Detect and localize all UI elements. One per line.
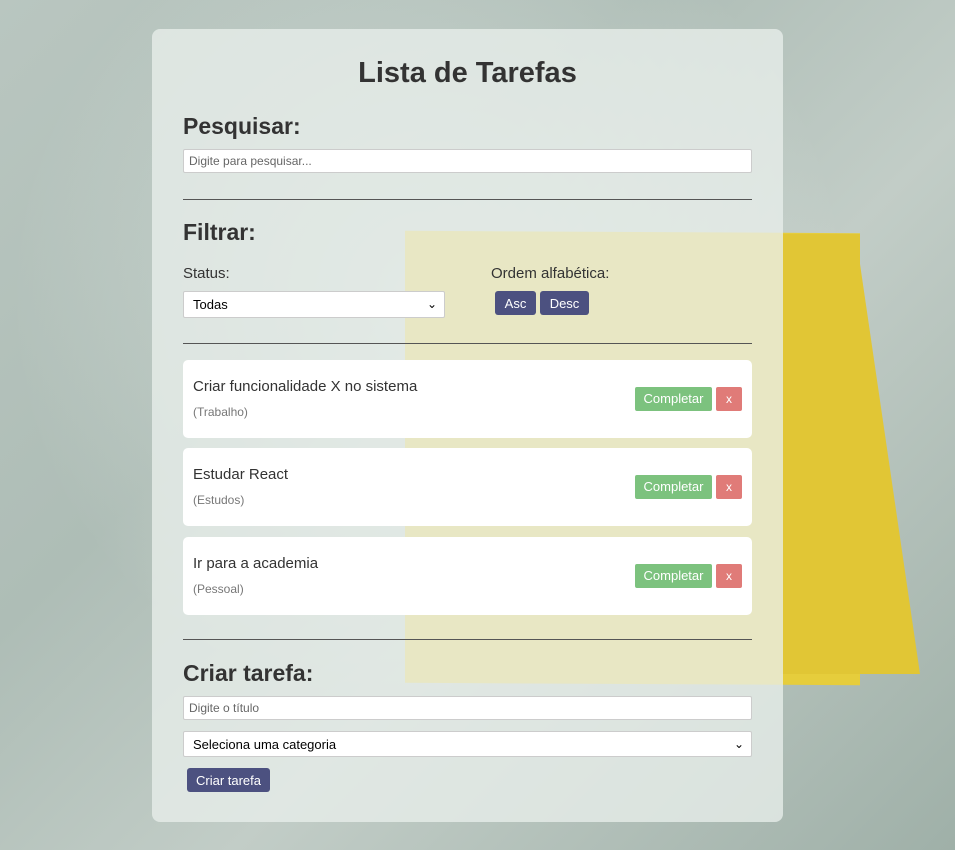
filter-heading: Filtrar: <box>183 219 256 245</box>
task-title-placeholder: Digite o título <box>189 701 260 715</box>
delete-button[interactable]: x <box>716 564 742 588</box>
category-select[interactable]: Seleciona uma categoria ⌄ <box>183 731 752 757</box>
status-label: Status: <box>183 265 230 282</box>
task-category: (Trabalho) <box>193 405 248 419</box>
task-card: Criar funcionalidade X no sistema (Traba… <box>183 360 752 438</box>
status-select-value: Todas <box>193 297 228 312</box>
create-task-button[interactable]: Criar tarefa <box>187 768 270 792</box>
create-heading: Criar tarefa: <box>183 660 314 686</box>
sort-asc-button[interactable]: Asc <box>495 291 536 315</box>
task-title-input[interactable]: Digite o título <box>183 696 752 720</box>
complete-button[interactable]: Completar <box>635 564 712 588</box>
task-card: Ir para a academia (Pessoal) Completar x <box>183 537 752 615</box>
divider <box>183 199 752 200</box>
sort-desc-button[interactable]: Desc <box>540 291 589 315</box>
delete-button[interactable]: x <box>716 475 742 499</box>
task-title: Ir para a academia <box>193 555 319 572</box>
search-heading: Pesquisar: <box>183 113 301 139</box>
task-title: Estudar React <box>193 466 289 483</box>
order-label: Ordem alfabética: <box>491 265 610 282</box>
divider <box>183 343 752 344</box>
status-select[interactable]: Todas ⌄ <box>183 291 445 318</box>
category-select-value: Seleciona uma categoria <box>193 737 337 752</box>
search-input[interactable] <box>183 149 752 173</box>
divider <box>183 639 752 640</box>
task-card: Estudar React (Estudos) Completar x <box>183 448 752 526</box>
chevron-down-icon: ⌄ <box>733 737 744 751</box>
task-title: Criar funcionalidade X no sistema <box>193 378 418 395</box>
todo-panel: Lista de Tarefas Pesquisar: Filtrar: Sta… <box>152 29 783 822</box>
delete-button[interactable]: x <box>716 387 742 411</box>
complete-button[interactable]: Completar <box>635 387 712 411</box>
chevron-down-icon: ⌄ <box>426 297 437 311</box>
complete-button[interactable]: Completar <box>635 475 712 499</box>
task-category: (Estudos) <box>193 493 245 507</box>
task-category: (Pessoal) <box>193 582 244 596</box>
page-title: Lista de Tarefas <box>358 57 577 89</box>
